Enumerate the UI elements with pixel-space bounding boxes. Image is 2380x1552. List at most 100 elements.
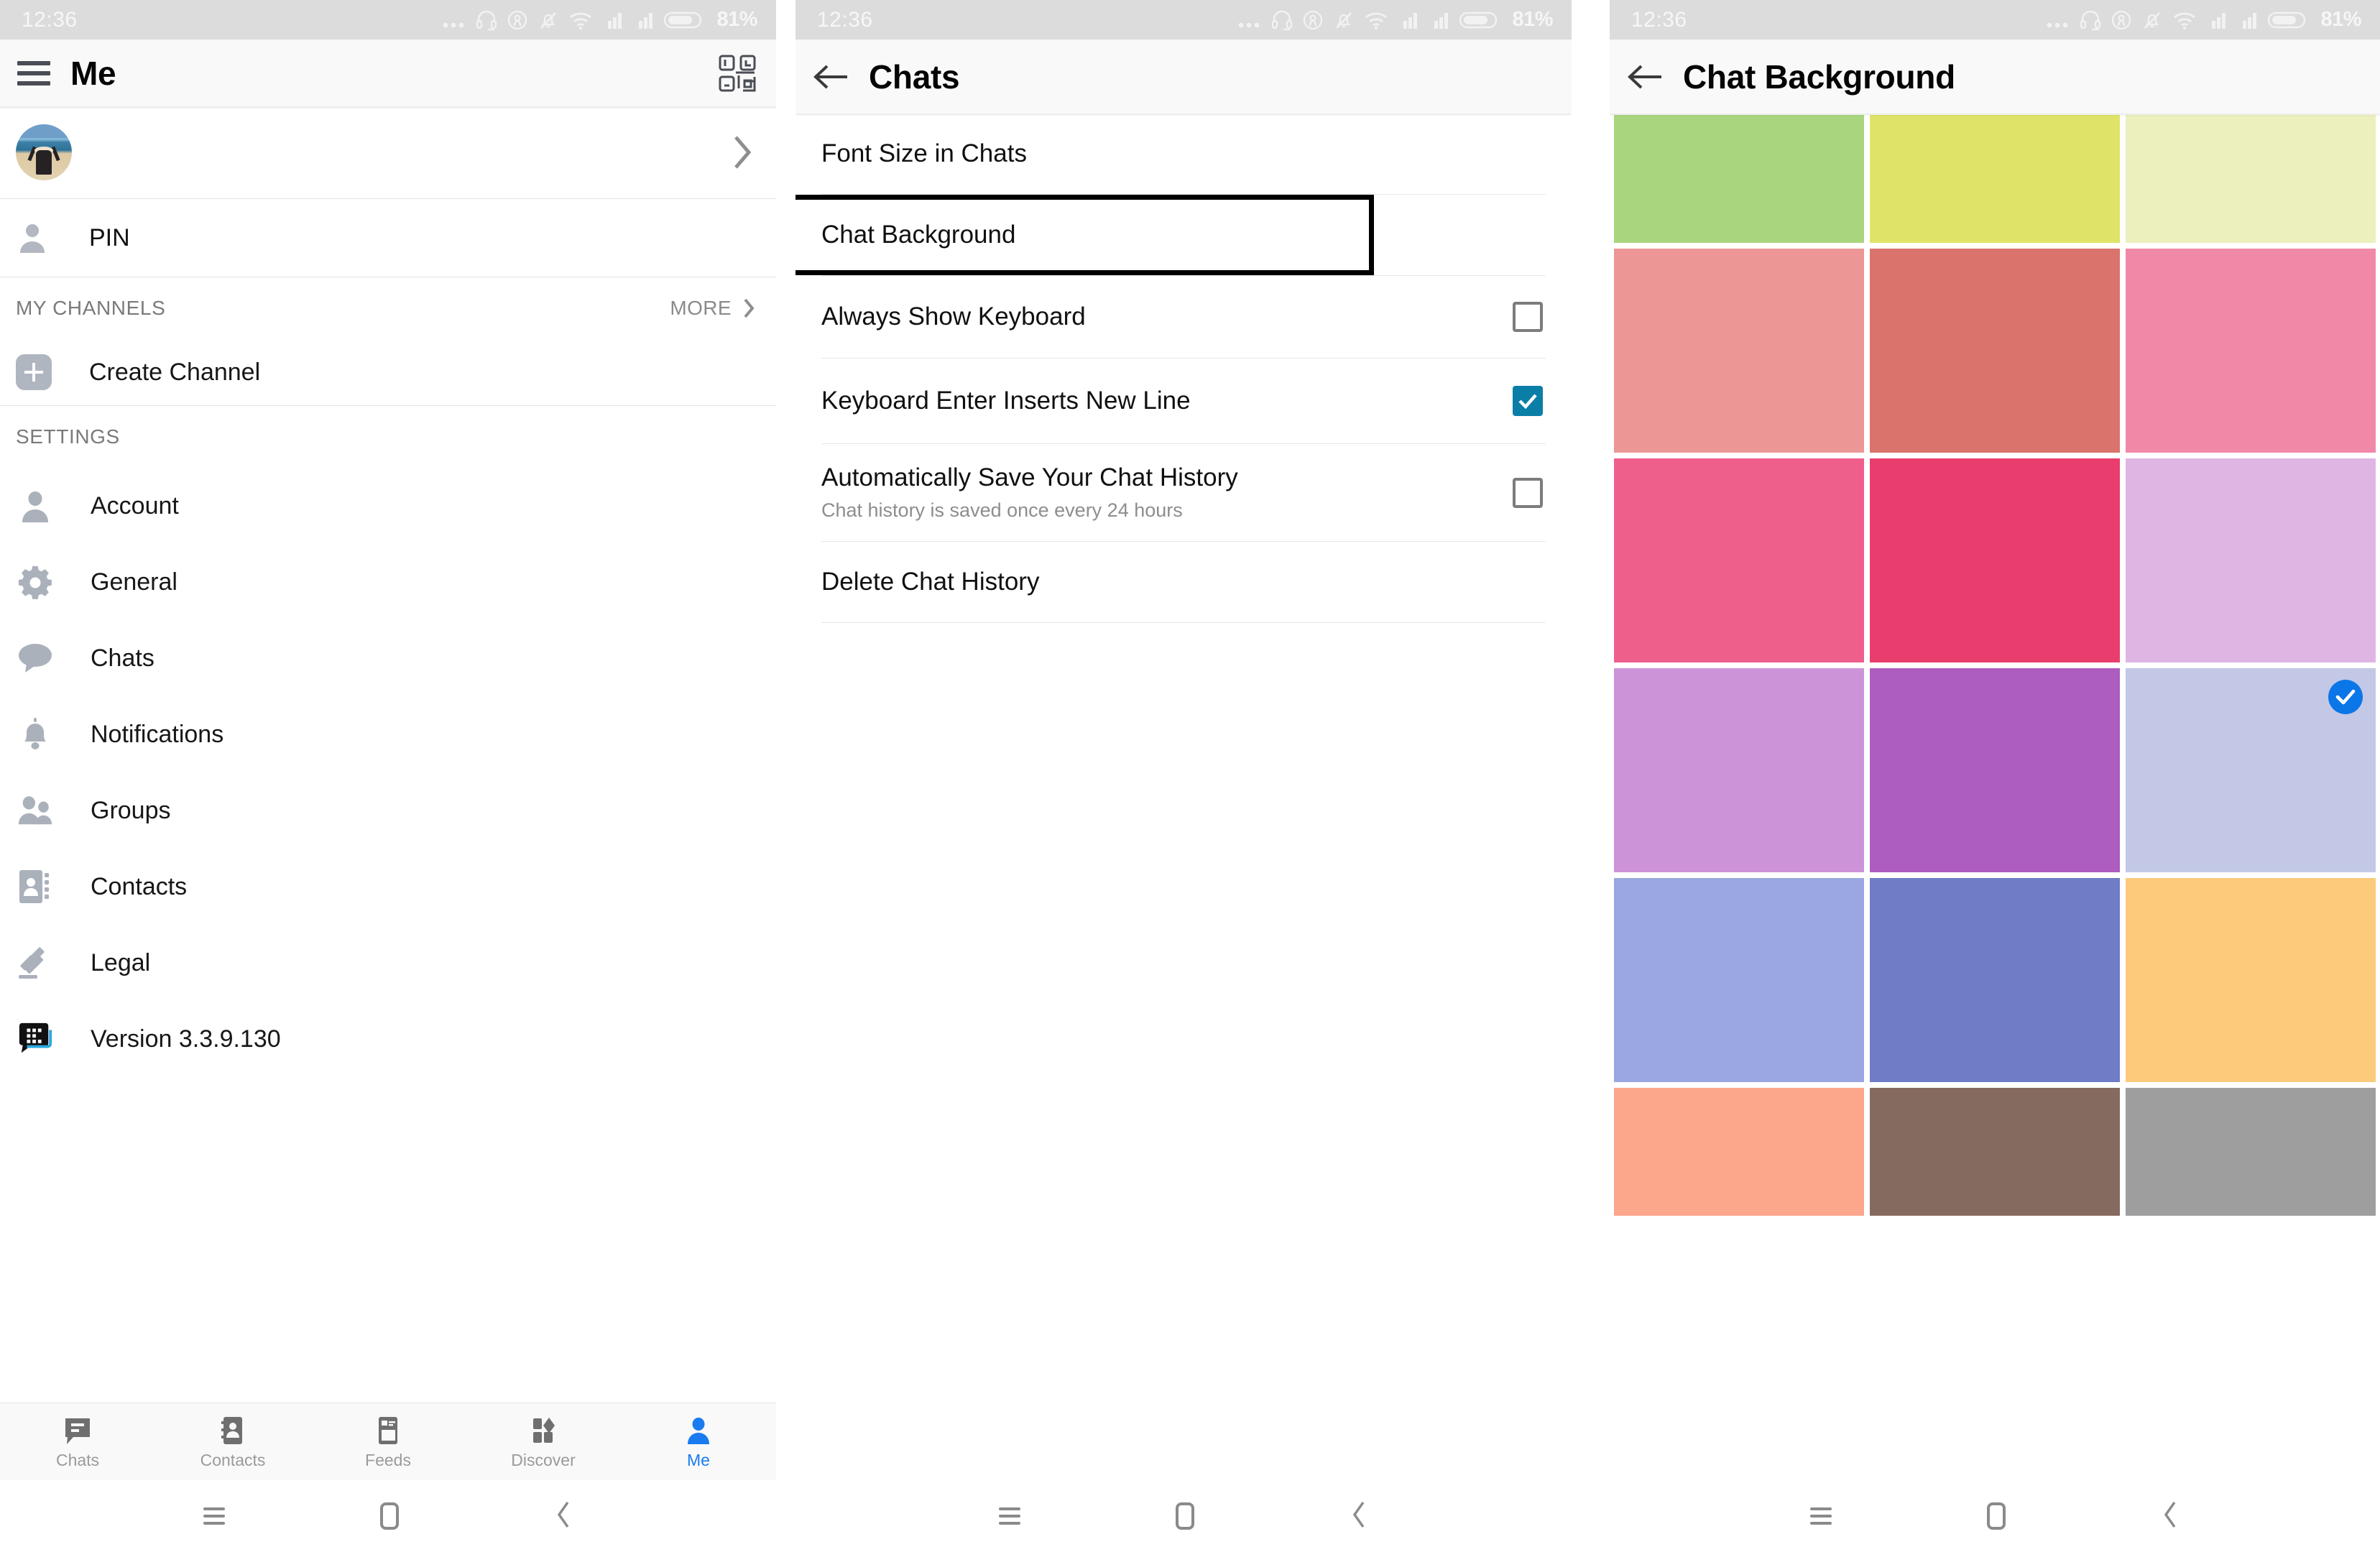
people-icon [17,792,53,829]
my-channels-title: MY CHANNELS [16,297,166,319]
row-font-size-in-chats[interactable]: Font Size in Chats [795,114,1572,194]
home-icon[interactable] [1176,1502,1194,1530]
auto-save-chat-history-checkbox[interactable] [1513,477,1543,508]
color-swatch-yellow-green[interactable] [1870,115,2120,243]
always-show-keyboard-checkbox[interactable] [1513,302,1543,332]
color-swatch-peach[interactable] [1614,1088,1864,1216]
back-icon[interactable] [1350,1500,1368,1533]
row-always-show-keyboard[interactable]: Always Show Keyboard [795,276,1572,358]
color-swatch-brown[interactable] [1870,1088,2120,1216]
signal-1-icon [602,10,624,30]
recents-icon[interactable] [203,1507,225,1525]
row-delete-chat-history[interactable]: Delete Chat History [795,542,1572,622]
bottom-tab-bar: Chats Contacts Feeds Discover Me [0,1403,776,1480]
three-panel-screenshot: 12:36 81% Me PIN MY CHANNELS MORE Create… [0,0,2380,1552]
status-bar-time: 12:36 [1631,7,1687,32]
tab-label: Me [687,1450,710,1469]
settings-item-chats[interactable]: Chats [0,620,776,696]
plus-icon [16,354,52,390]
chat-background-grid-container[interactable] [1610,114,2380,1480]
tab-label: Feeds [365,1450,411,1469]
row-auto-save-chat-history[interactable]: Automatically Save Your Chat History Cha… [795,444,1572,541]
row-title: Always Show Keyboard [821,302,1086,331]
chats-settings-list: Font Size in Chats Chat Background Alway… [795,114,1572,623]
row-title: Keyboard Enter Inserts New Line [821,387,1191,415]
headset-icon [2080,9,2101,31]
color-swatch-rose-pink[interactable] [2126,249,2376,453]
row-keyboard-enter-new-line[interactable]: Keyboard Enter Inserts New Line [795,359,1572,443]
settings-item-contacts[interactable]: Contacts [0,849,776,925]
settings-item-account[interactable]: Account [0,468,776,544]
settings-item-version[interactable]: Version 3.3.9.130 [0,1001,776,1077]
signal-2-icon [2237,10,2259,30]
location-icon [2111,9,2132,31]
bell-muted-icon [2141,9,2163,31]
pin-row[interactable]: PIN [0,199,776,277]
phone-screen-me: 12:36 81% Me PIN MY CHANNELS MORE Create… [0,0,776,1552]
location-icon [1302,9,1324,31]
gear-icon [17,563,53,601]
hamburger-icon[interactable] [17,60,50,86]
color-swatch-periwinkle[interactable] [1614,878,1864,1082]
color-swatch-periwinkle-light[interactable] [2126,668,2376,872]
qr-scan-icon[interactable] [717,53,757,93]
tab-label: Chats [55,1450,100,1469]
back-icon[interactable] [554,1500,573,1533]
color-swatch-indigo[interactable] [1870,878,2120,1082]
color-swatch-pale-yellow[interactable] [2126,115,2376,243]
tab-chats[interactable]: Chats [0,1403,155,1480]
create-channel-row[interactable]: Create Channel [0,339,776,405]
me-content: PIN MY CHANNELS MORE Create Channel SETT… [0,106,776,1403]
chat-bubble-icon [17,639,53,677]
tab-me[interactable]: Me [621,1403,776,1480]
status-bar-icons: 81% [442,8,757,32]
wifi-icon [2172,10,2197,30]
back-arrow-icon[interactable] [813,62,850,92]
back-icon[interactable] [2161,1500,2180,1533]
color-swatch-green[interactable] [1614,115,1864,243]
settings-item-label: Version 3.3.9.130 [91,1025,281,1053]
more-dots-icon [2046,9,2070,31]
back-arrow-icon[interactable] [1627,62,1664,92]
pin-label: PIN [89,223,130,251]
chats-settings-content: Font Size in Chats Chat Background Alway… [795,114,1572,1480]
tab-feeds[interactable]: Feeds [310,1403,466,1480]
color-swatch-amber[interactable] [2126,878,2376,1082]
status-bar-icons: 81% [1237,8,1553,32]
tab-label: Discover [511,1450,576,1469]
color-swatch-orchid[interactable] [1614,668,1864,872]
color-swatch-salmon-pink[interactable] [1614,249,1864,453]
color-swatch-grey[interactable] [2126,1088,2376,1216]
keyboard-enter-new-line-checkbox[interactable] [1513,386,1543,416]
color-swatch-hot-pink[interactable] [1614,458,1864,662]
color-swatch-terracotta[interactable] [1870,249,2120,453]
tab-contacts[interactable]: Contacts [155,1403,310,1480]
recents-icon[interactable] [1810,1507,1832,1525]
bell-icon [17,716,53,753]
settings-item-general[interactable]: General [0,544,776,620]
my-channels-more-button[interactable]: MORE [670,297,756,320]
settings-item-notifications[interactable]: Notifications [0,696,776,772]
chevron-right-icon [744,298,755,318]
settings-item-label: Account [91,491,179,519]
color-swatch-light-orchid[interactable] [2126,458,2376,662]
home-icon[interactable] [1987,1502,2006,1530]
selected-check-icon [2328,680,2363,714]
panel-gap [776,0,795,1552]
home-icon[interactable] [380,1502,399,1530]
battery-icon [664,10,703,30]
page-title: Chats [869,57,960,96]
contacts-icon [218,1414,247,1446]
color-swatch-crimson-pink[interactable] [1870,458,2120,662]
row-chat-background[interactable]: Chat Background [795,195,1572,275]
settings-item-label: General [91,568,177,596]
settings-item-label: Legal [91,948,151,976]
recents-icon[interactable] [999,1507,1020,1525]
avatar[interactable] [16,124,72,180]
settings-item-legal[interactable]: Legal [0,925,776,1001]
profile-row[interactable] [0,106,776,198]
color-swatch-purple[interactable] [1870,668,2120,872]
settings-item-groups[interactable]: Groups [0,772,776,849]
tab-discover[interactable]: Discover [466,1403,621,1480]
status-bar: 12:36 81% [0,0,776,40]
